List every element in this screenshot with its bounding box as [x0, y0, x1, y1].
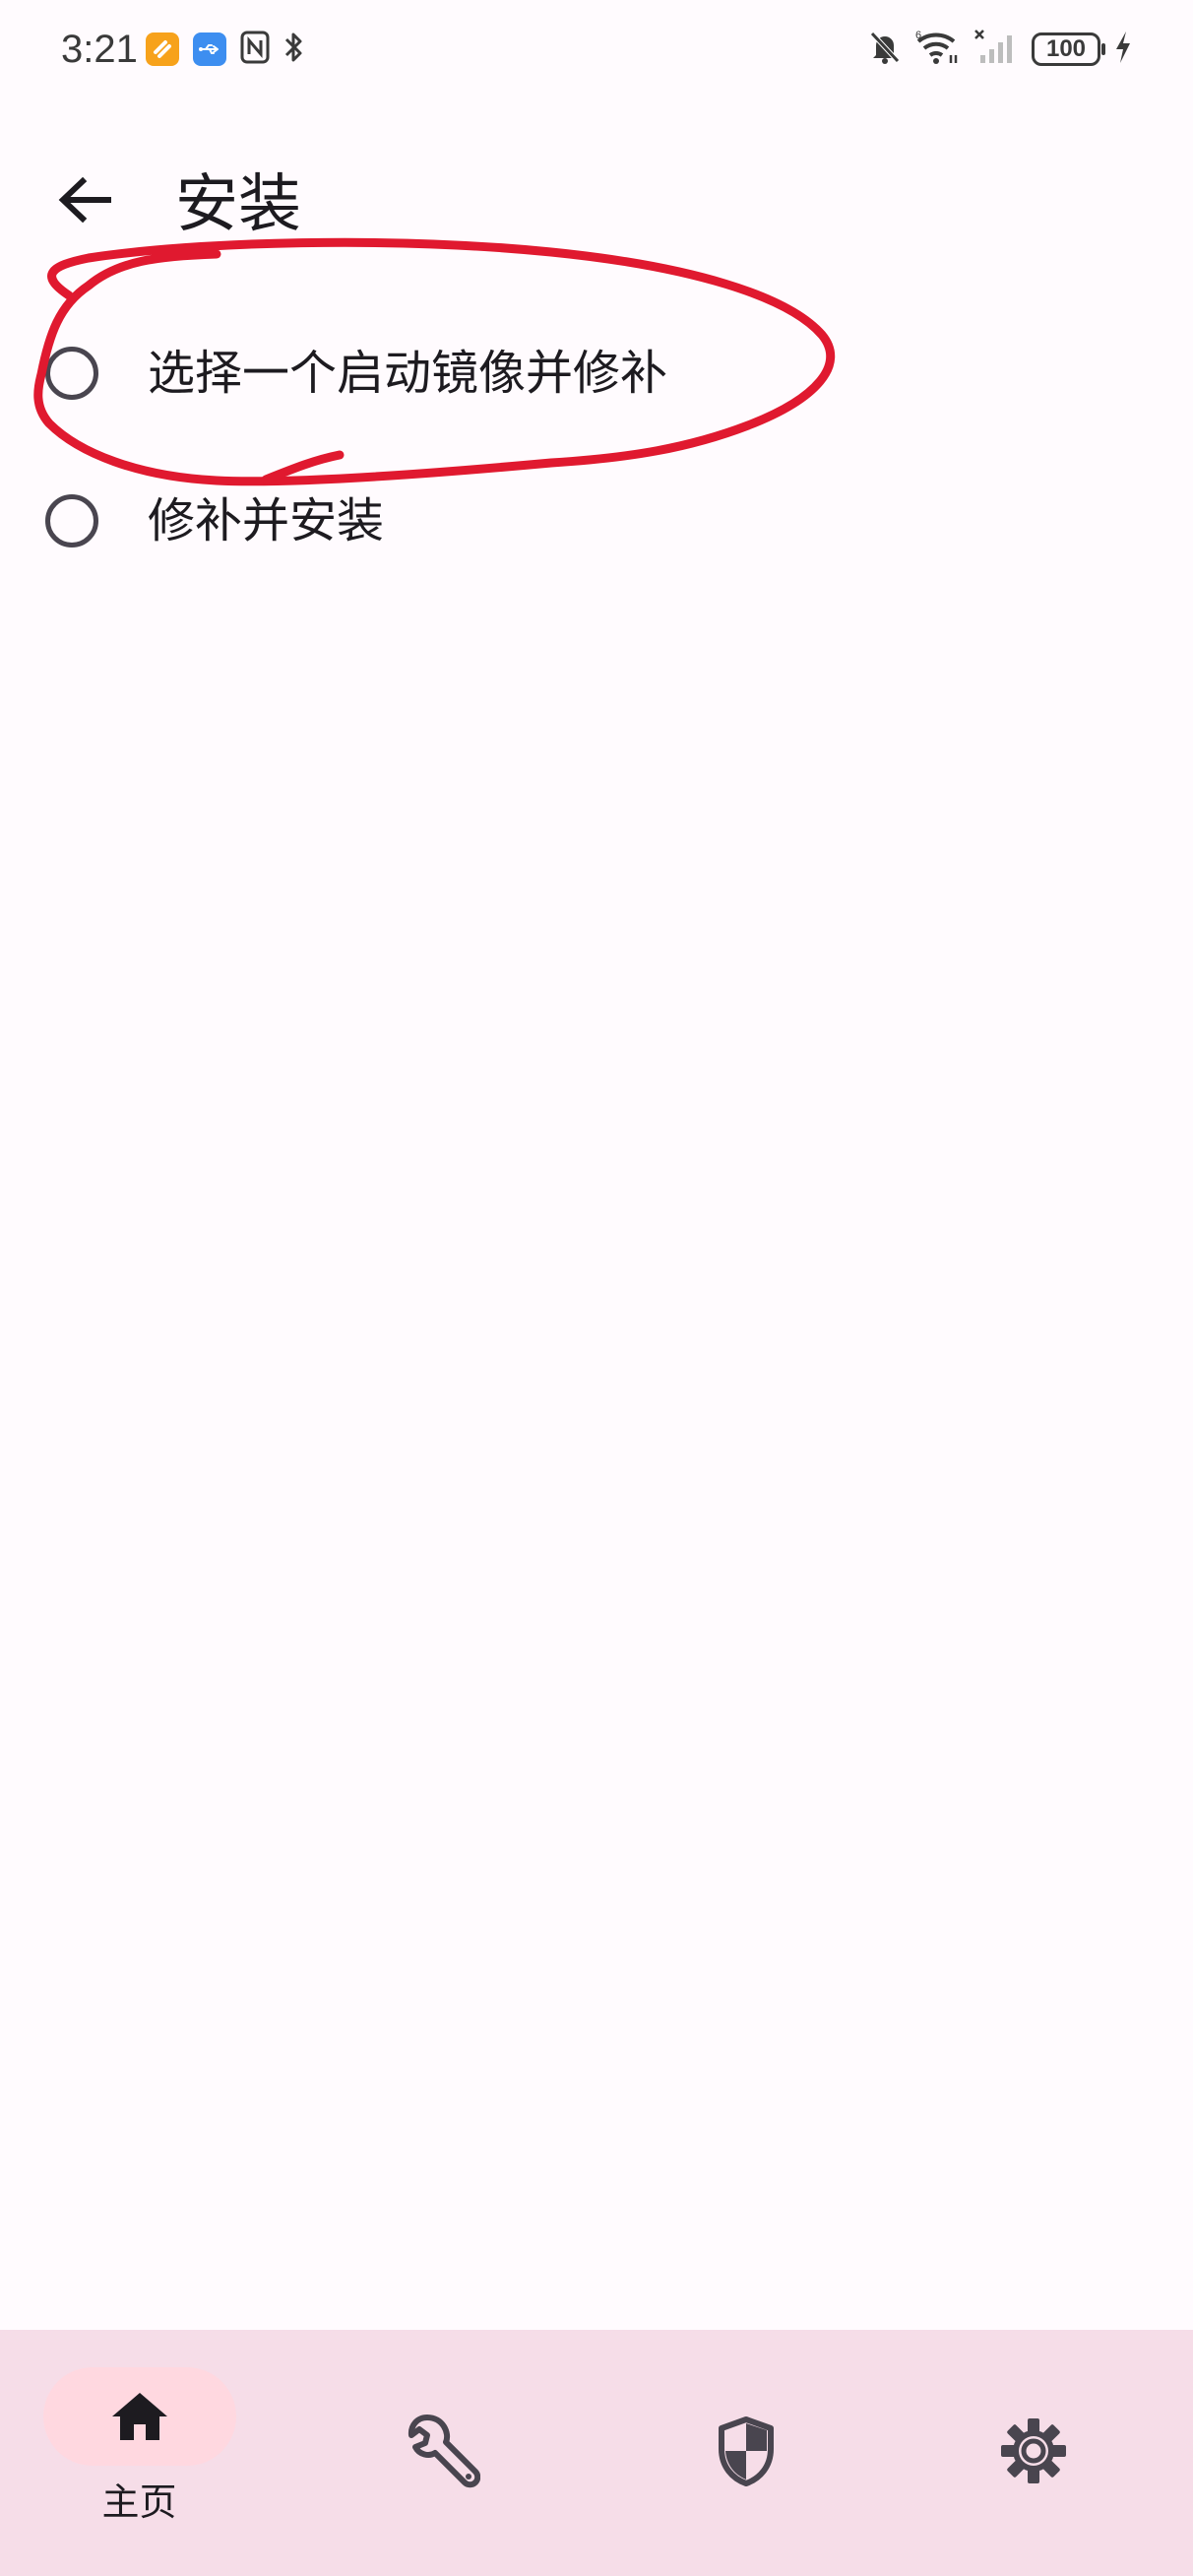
- radio-button[interactable]: [45, 347, 98, 400]
- option-select-boot-image[interactable]: 选择一个启动镜像并修补: [24, 319, 1165, 427]
- svg-text:6: 6: [915, 30, 921, 41]
- nfc-icon: [240, 31, 270, 68]
- home-icon: [100, 2377, 179, 2456]
- top-app-bar: 安装: [0, 138, 1193, 266]
- nav-item-modules[interactable]: [298, 2330, 596, 2576]
- bottom-navigation-bar: 主页: [0, 2330, 1193, 2576]
- nav-label-home: 主页: [101, 2480, 177, 2524]
- battery-level: 100: [1045, 35, 1087, 62]
- nav-item-home[interactable]: 主页: [0, 2330, 298, 2576]
- bell-off-icon: [868, 30, 902, 69]
- wifi-icon: 6: [915, 30, 961, 69]
- status-right-icons: 6 100: [868, 28, 1132, 71]
- nav-item-superuser[interactable]: [596, 2330, 895, 2576]
- radio-button[interactable]: [45, 494, 98, 547]
- option-patch-and-install[interactable]: 修补并安装: [24, 467, 1165, 575]
- status-bar: 3:21 6 100: [0, 0, 1193, 98]
- no-signal-icon: [974, 30, 1018, 69]
- battery-icon: 100: [1032, 32, 1105, 66]
- status-time: 3:21: [61, 28, 138, 71]
- nav-item-settings[interactable]: [895, 2330, 1193, 2576]
- gear-icon: [994, 2412, 1073, 2490]
- orange-app-icon: [146, 32, 179, 66]
- option-label: 修补并安装: [148, 493, 385, 548]
- page-title: 安装: [175, 168, 301, 241]
- status-left-icons: [146, 30, 305, 69]
- arrow-left-icon: [57, 175, 112, 228]
- wrench-icon: [404, 2412, 482, 2490]
- back-button[interactable]: [43, 161, 126, 243]
- charging-icon: [1114, 30, 1132, 69]
- bluetooth-icon: [283, 30, 305, 69]
- option-label: 选择一个启动镜像并修补: [148, 346, 668, 401]
- usb-icon: [193, 32, 226, 66]
- shield-icon: [707, 2412, 785, 2490]
